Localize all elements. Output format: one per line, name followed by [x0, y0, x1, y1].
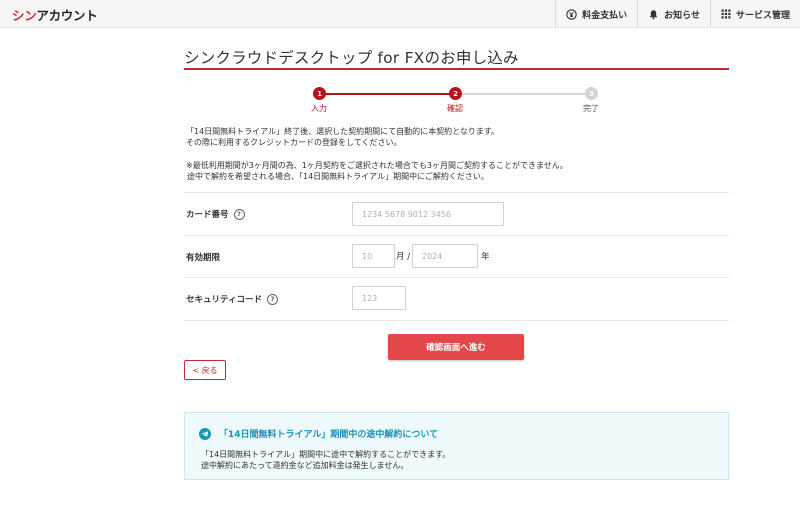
grid-icon — [721, 9, 731, 19]
nav-notifications[interactable]: お知らせ — [637, 0, 710, 28]
bell-icon — [649, 9, 658, 19]
expiry-month-input[interactable] — [352, 244, 395, 268]
expiry-label: 有効期限 — [186, 251, 220, 263]
trial-notice: 「14日間無料トライアル」終了後、選択した契約期間にて自動的に本契約となります。… — [186, 126, 499, 148]
step-1-label: 入力 — [311, 104, 327, 113]
card-number-input[interactable] — [352, 202, 504, 226]
step-2-label: 確認 — [447, 104, 463, 113]
stepper-line-pending — [456, 93, 592, 95]
header-nav: 料金支払い お知らせ サービス管理 — [555, 0, 800, 28]
step-2-dot: 2 — [449, 87, 462, 100]
page-title: シンクラウドデスクトップ for FXのお申し込み — [184, 49, 519, 67]
security-code-label-text: セキュリティコード — [186, 295, 262, 305]
confirm-button[interactable]: 確認画面へ進む — [388, 334, 524, 360]
brand-logo-red: シン — [12, 8, 37, 23]
brand-logo-black: アカウント — [36, 8, 98, 23]
form-divider — [184, 192, 729, 193]
security-code-help-icon[interactable]: ? — [267, 293, 278, 305]
yen-circle-icon — [566, 8, 577, 20]
top-header: シンアカウント 料金支払い お知らせ サービス管理 — [0, 0, 800, 28]
brand-logo[interactable]: シンアカウント — [12, 5, 98, 24]
info-body: 「14日間無料トライアル」期間中に途中で解約することができます。 途中解約にあた… — [201, 449, 450, 471]
nav-payment-label: 料金支払い — [582, 10, 628, 21]
step-1-dot: 1 — [313, 87, 326, 100]
minimum-term-notice-line-2: 途中で解約を希望される場合、「14日間無料トライアル」期間中にご解約ください。 — [187, 172, 489, 181]
nav-service-management-label: サービス管理 — [735, 10, 790, 21]
title-divider — [184, 68, 729, 70]
expiry-year-input[interactable] — [412, 244, 478, 268]
info-body-line-2: 途中解約にあたって違約金など追加料金は発生しません。 — [201, 461, 409, 470]
security-code-input[interactable] — [352, 286, 406, 310]
step-3-label: 完了 — [583, 104, 599, 113]
trial-notice-line-1: 「14日間無料トライアル」終了後、選択した契約期間にて自動的に本契約となります。 — [186, 127, 500, 136]
back-button[interactable]: < 戻る — [184, 360, 226, 380]
trial-cancellation-info: 「14日間無料トライアル」期間中の途中解約について 「14日間無料トライアル」期… — [184, 412, 729, 480]
minimum-term-notice-line-1: ※最低利用期間が3ヶ月間の為、1ヶ月契約をご選択された場合でも3ヶ月間ご契約する… — [186, 161, 568, 170]
form-divider — [184, 235, 729, 236]
nav-service-management[interactable]: サービス管理 — [709, 0, 800, 28]
expiry-year-unit: 年 — [481, 252, 490, 262]
step-3-dot: 3 — [585, 87, 598, 100]
form-divider — [184, 277, 729, 278]
security-code-label: セキュリティコード ? — [186, 293, 278, 305]
stepper-line-complete — [320, 93, 456, 95]
telegram-icon — [199, 428, 211, 440]
info-title: 「14日間無料トライアル」期間中の途中解約について — [219, 430, 439, 440]
form-divider — [184, 320, 729, 321]
info-body-line-1: 「14日間無料トライアル」期間中に途中で解約することができます。 — [201, 450, 451, 459]
card-number-label: カード番号 ? — [186, 208, 245, 220]
card-number-label-text: カード番号 — [186, 210, 229, 220]
nav-notifications-label: お知らせ — [664, 10, 700, 21]
minimum-term-notice: ※最低利用期間が3ヶ月間の為、1ヶ月契約をご選択された場合でも3ヶ月間ご契約する… — [186, 160, 568, 182]
trial-notice-line-2: その際に利用するクレジットカードの登録をしてください。 — [186, 138, 402, 147]
expiry-month-unit: 月 / — [396, 252, 411, 262]
expiry-label-text: 有効期限 — [186, 253, 221, 263]
nav-payment[interactable]: 料金支払い — [555, 0, 637, 28]
card-number-help-icon[interactable]: ? — [233, 208, 245, 220]
